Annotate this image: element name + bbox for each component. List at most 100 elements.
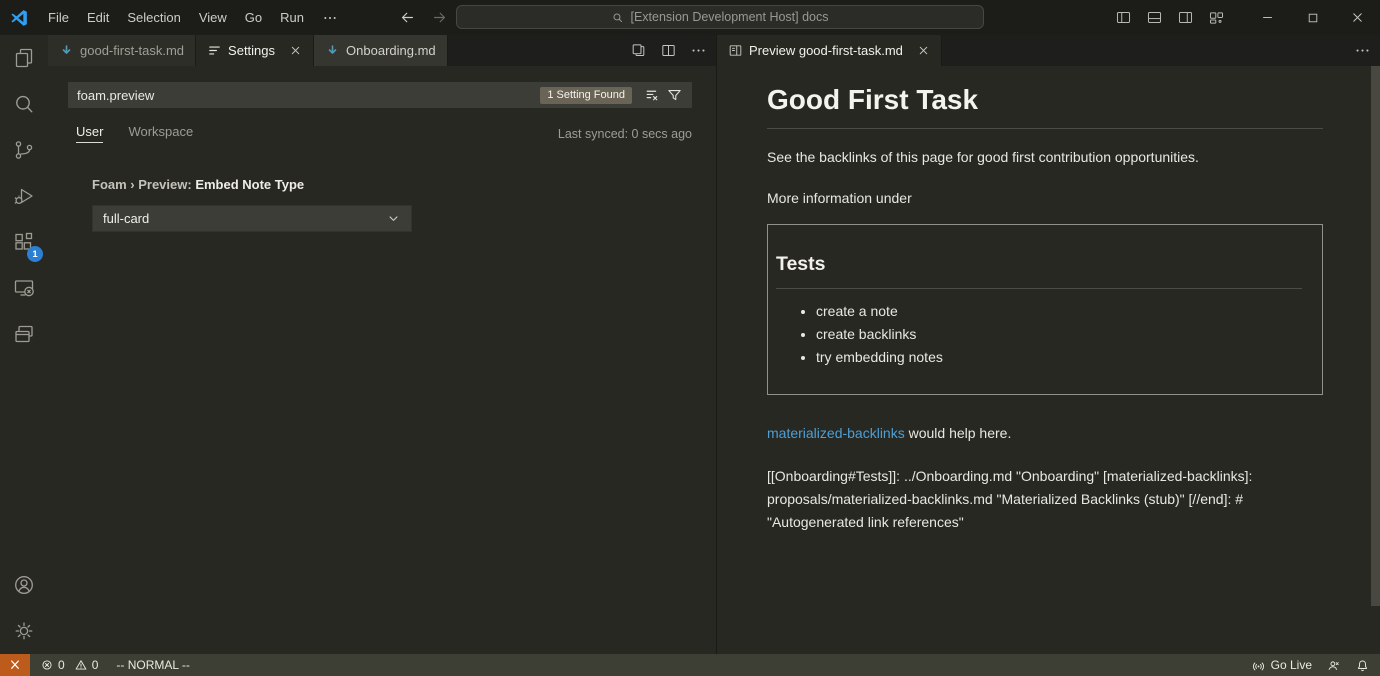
toggle-sidebar-icon[interactable] [1115, 9, 1132, 26]
toggle-panel-icon[interactable] [1146, 9, 1163, 26]
activity-bar: 1 [0, 35, 48, 654]
more-actions-icon[interactable] [1350, 39, 1374, 63]
markdown-preview-pane: Good First Task See the backlinks of thi… [717, 66, 1380, 654]
embedded-note-title: Tests [776, 253, 1302, 289]
vscode-logo-icon [9, 8, 29, 28]
preview-scrollbar[interactable] [1371, 66, 1380, 606]
menu-view[interactable]: View [190, 10, 236, 25]
scope-tab-user[interactable]: User [76, 124, 103, 143]
vscode-window: File Edit Selection View Go Run [Extensi… [0, 0, 1380, 676]
tab-bar-right: Preview good-first-task.md [717, 35, 1380, 66]
customize-layout-icon[interactable] [1208, 9, 1225, 26]
settings-search-input[interactable]: foam.preview 1 Setting Found [68, 82, 692, 108]
menu-selection[interactable]: Selection [118, 10, 189, 25]
tab-label: good-first-task.md [80, 43, 184, 58]
menu-more-icon[interactable] [313, 10, 347, 26]
clear-filters-icon[interactable] [641, 84, 663, 106]
vim-mode-indicator[interactable]: -- NORMAL -- [116, 658, 190, 672]
settings-editor-icon [207, 43, 222, 58]
notifications-bell-icon[interactable] [1355, 658, 1370, 673]
extensions-icon[interactable]: 1 [0, 219, 48, 265]
broadcast-icon [1251, 658, 1266, 673]
filter-funnel-icon[interactable] [663, 84, 685, 106]
back-arrow-icon[interactable] [396, 7, 418, 29]
embedded-note-card: Tests create a note create backlinks try… [767, 224, 1323, 395]
history-nav [396, 7, 450, 29]
forward-arrow-icon[interactable] [428, 7, 450, 29]
markdown-file-icon [59, 43, 74, 58]
warnings-icon [74, 658, 88, 672]
split-editor-icon[interactable] [656, 39, 680, 63]
close-tab-icon[interactable] [917, 44, 930, 57]
reference-line: proposals/materialized-backlinks.md "Mat… [767, 488, 1323, 511]
menu-edit[interactable]: Edit [78, 10, 118, 25]
editor-actions-right [1350, 35, 1374, 66]
problems-indicator[interactable]: 0 0 [40, 658, 98, 672]
menu-run[interactable]: Run [271, 10, 313, 25]
select-value: full-card [103, 211, 149, 226]
embed-note-type-select[interactable]: full-card [92, 205, 412, 232]
setting-category: Foam › Preview: [92, 177, 195, 192]
settings-scope-tabs: User Workspace Last synced: 0 secs ago [68, 124, 692, 143]
remote-indicator[interactable] [0, 654, 30, 676]
close-tab-icon[interactable] [289, 44, 302, 57]
backlink-suffix-text: would help here. [905, 425, 1012, 441]
go-live-button[interactable]: Go Live [1251, 658, 1312, 673]
tab-label: Preview good-first-task.md [749, 43, 903, 58]
status-bar: 0 0 -- NORMAL -- Go Live [0, 654, 1380, 676]
tab-settings[interactable]: Settings [196, 35, 314, 66]
command-center-text: [Extension Development Host] docs [630, 10, 828, 24]
editor-group-right: Preview good-first-task.md Good First Ta… [716, 35, 1380, 654]
settings-search-value: foam.preview [77, 88, 540, 103]
errors-count: 0 [58, 658, 65, 672]
menu-file[interactable]: File [39, 10, 78, 25]
feedback-icon[interactable] [1326, 658, 1341, 673]
workbench: 1 good-first-task.md [0, 35, 1380, 654]
preview-title: Good First Task [767, 84, 1323, 129]
setting-title: Foam › Preview: Embed Note Type [92, 177, 692, 192]
settings-editor: foam.preview 1 Setting Found User Worksp… [48, 66, 716, 654]
setting-name: Embed Note Type [195, 177, 304, 192]
errors-icon [40, 658, 54, 672]
scope-tab-workspace[interactable]: Workspace [128, 124, 193, 143]
list-item: create a note [816, 303, 1308, 319]
source-control-icon[interactable] [0, 127, 48, 173]
search-view-icon[interactable] [0, 81, 48, 127]
explorer-icon[interactable] [0, 35, 48, 81]
tab-good-first-task[interactable]: good-first-task.md [48, 35, 196, 66]
run-debug-icon[interactable] [0, 173, 48, 219]
preview-intro-paragraph: See the backlinks of this page for good … [767, 149, 1323, 165]
backlink-paragraph: materialized-backlinks would help here. [767, 425, 1323, 441]
command-center-search[interactable]: [Extension Development Host] docs [456, 5, 984, 29]
layout-controls [1115, 9, 1225, 26]
remote-explorer-icon[interactable] [0, 265, 48, 311]
link-references-paragraph: [[Onboarding#Tests]]: ../Onboarding.md "… [767, 465, 1323, 534]
title-bar-right [1115, 0, 1380, 35]
maximize-button[interactable] [1290, 0, 1335, 35]
settings-gear-icon[interactable] [0, 608, 48, 654]
preview-more-info-paragraph: More information under [767, 190, 1323, 206]
menu-bar: File Edit Selection View Go Run [39, 10, 347, 26]
minimize-button[interactable] [1245, 0, 1290, 35]
list-item: create backlinks [816, 326, 1308, 342]
toggle-secondary-sidebar-icon[interactable] [1177, 9, 1194, 26]
open-preview-icon[interactable] [626, 39, 650, 63]
panels-view-icon[interactable] [0, 311, 48, 357]
search-icon [611, 11, 624, 24]
tab-label: Settings [228, 43, 275, 58]
editor-actions-left [626, 35, 710, 66]
menu-go[interactable]: Go [236, 10, 271, 25]
go-live-label: Go Live [1271, 658, 1312, 672]
reference-line: [[Onboarding#Tests]]: ../Onboarding.md "… [767, 465, 1323, 488]
settings-results-badge: 1 Setting Found [540, 87, 632, 104]
reference-line: "Autogenerated link references" [767, 511, 1323, 534]
tab-bar-left: good-first-task.md Settings Onboarding.m… [48, 35, 716, 66]
materialized-backlinks-link[interactable]: materialized-backlinks [767, 425, 905, 441]
accounts-icon[interactable] [0, 562, 48, 608]
tab-preview-good-first-task[interactable]: Preview good-first-task.md [717, 35, 942, 66]
close-window-button[interactable] [1335, 0, 1380, 35]
tab-onboarding[interactable]: Onboarding.md [314, 35, 448, 66]
extensions-badge: 1 [27, 246, 43, 262]
more-actions-icon[interactable] [686, 39, 710, 63]
title-bar: File Edit Selection View Go Run [Extensi… [0, 0, 1380, 35]
